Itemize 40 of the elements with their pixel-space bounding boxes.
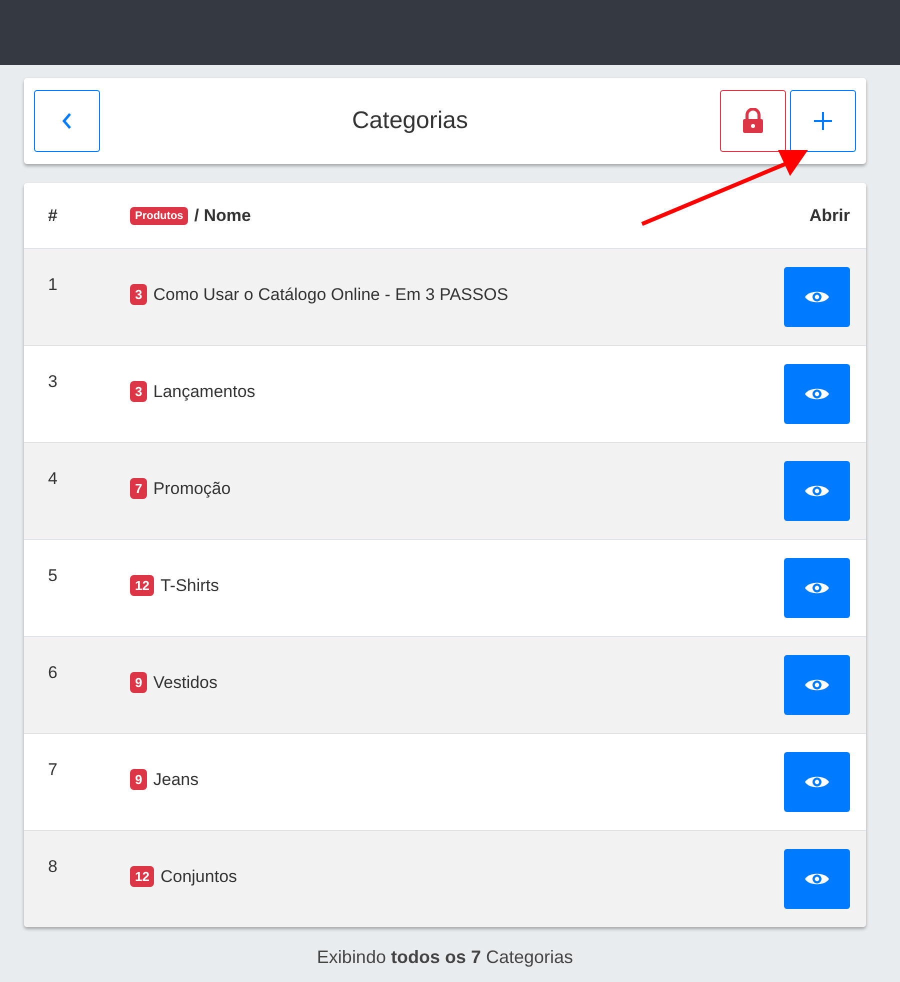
chevron-left-icon [61, 112, 73, 130]
count-badge: 12 [130, 575, 154, 596]
view-button[interactable] [784, 752, 850, 812]
count-badge: 3 [130, 381, 148, 402]
view-button[interactable] [784, 655, 850, 715]
count-badge: 9 [130, 672, 148, 693]
row-number: 1 [48, 274, 58, 296]
plus-icon [813, 111, 833, 131]
row-number: 8 [48, 856, 58, 878]
row-number: 4 [48, 468, 58, 490]
row-number: 7 [48, 759, 58, 781]
count-badge: 7 [130, 478, 148, 499]
column-header: / Nome [194, 206, 251, 226]
view-button[interactable] [784, 364, 850, 424]
view-button[interactable] [784, 849, 850, 909]
column-header: Abrir [809, 206, 850, 226]
row-number: 5 [48, 565, 58, 587]
lock-button[interactable] [720, 90, 786, 152]
category-name: Vestidos [153, 672, 218, 692]
column-header: # [48, 206, 58, 226]
count-badge: 3 [130, 284, 148, 305]
view-button[interactable] [784, 461, 850, 521]
category-name: T-Shirts [160, 576, 220, 596]
row-number: 3 [48, 371, 58, 393]
count-badge: 9 [130, 769, 148, 790]
category-name: Lançamentos [153, 382, 256, 402]
category-name: Promoção [153, 478, 231, 498]
view-button[interactable] [784, 267, 850, 327]
back-button[interactable] [34, 90, 100, 152]
footer-text: Exibindo todos os 7 Categorias [316, 947, 574, 968]
category-name: Conjuntos [160, 866, 238, 886]
add-button[interactable] [790, 90, 856, 152]
row-number: 6 [48, 662, 58, 684]
lock-icon [742, 108, 764, 134]
category-name: Como Usar o Catálogo Online - Em 3 PASSOS [153, 284, 508, 304]
page-title: Categorias [350, 107, 470, 135]
products-badge: Produtos [130, 206, 188, 224]
count-badge: 12 [130, 866, 154, 887]
view-button[interactable] [784, 558, 850, 618]
category-name: Jeans [153, 770, 199, 790]
